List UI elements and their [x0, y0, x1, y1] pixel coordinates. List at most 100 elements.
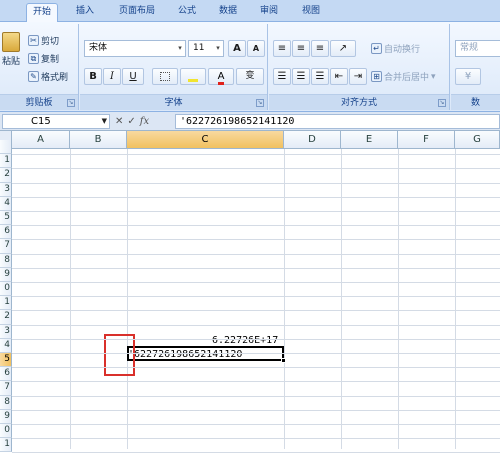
column-header-c[interactable]: C	[127, 131, 284, 149]
gridline	[12, 196, 500, 198]
orientation-button[interactable]: ↗	[330, 40, 356, 57]
cancel-icon[interactable]: ✕	[115, 116, 123, 127]
font-size-combo[interactable]: 11 ▾	[188, 40, 224, 57]
number-format-combo[interactable]: 常规	[455, 40, 500, 57]
italic-button[interactable]: I	[103, 68, 121, 85]
decrease-indent-button[interactable]: ⇤	[330, 68, 348, 85]
gridline	[398, 149, 399, 449]
tab-insert[interactable]: 插入	[70, 3, 100, 22]
paste-button[interactable]: 粘贴	[0, 32, 22, 67]
copy-button[interactable]: ⧉ 复制	[28, 52, 59, 65]
row-header[interactable]	[0, 140, 12, 155]
row-header[interactable]: 4	[0, 196, 12, 211]
chevron-down-icon: ▾	[216, 44, 220, 52]
name-box-value: C15	[31, 116, 51, 127]
number-group-label: 数	[451, 94, 500, 110]
align-bottom-button[interactable]: ≡	[311, 40, 329, 57]
gridline	[12, 168, 500, 170]
font-color-letter: A	[217, 71, 225, 85]
gridline	[12, 239, 500, 241]
number-group: 常规 ¥ 数	[451, 24, 500, 110]
merge-center-button[interactable]: ⊞ 合并后居中 ▾	[371, 70, 436, 83]
increase-indent-button[interactable]: ⇥	[349, 68, 367, 85]
border-icon	[160, 72, 170, 81]
spreadsheet-grid[interactable]: A B C D E F G 123456789012345678901 6.22…	[0, 131, 500, 453]
merge-icon: ⊞	[371, 71, 382, 82]
row-header[interactable]: 1	[0, 296, 12, 311]
format-painter-button[interactable]: ✎ 格式刷	[28, 70, 68, 83]
formula-input[interactable]: '622726198652141120	[175, 114, 500, 129]
align-top-button[interactable]: ≡	[273, 40, 291, 57]
font-launcher-icon[interactable]: ↘	[256, 99, 264, 107]
tab-home[interactable]: 开始	[26, 3, 58, 23]
tab-view[interactable]: 视图	[296, 3, 326, 22]
row-header[interactable]: 5	[0, 353, 12, 368]
font-color-button[interactable]: A	[208, 68, 234, 85]
gridline	[12, 310, 500, 312]
column-header-d[interactable]: D	[284, 131, 341, 149]
insert-function-icon[interactable]: fx	[140, 116, 149, 127]
row-header[interactable]: 7	[0, 239, 12, 254]
align-right-button[interactable]: ☰	[311, 68, 329, 85]
row-header[interactable]: 2	[0, 310, 12, 325]
alignment-group: ≡ ≡ ≡ ↗ ↵ 自动换行 ☰ ☰ ☰ ⇤ ⇥ ⊞ 合并后居中 ▾ 对齐方式 …	[269, 24, 450, 110]
row-header[interactable]: 1	[0, 154, 12, 169]
gridline	[12, 211, 500, 212]
row-header[interactable]: 2	[0, 168, 12, 183]
tab-formulas[interactable]: 公式	[172, 3, 202, 22]
shrink-font-button[interactable]: A	[247, 40, 265, 57]
underline-button[interactable]: U	[122, 68, 144, 85]
currency-button[interactable]: ¥	[455, 68, 481, 85]
row-header[interactable]: 0	[0, 282, 12, 297]
align-left-button[interactable]: ☰	[273, 68, 291, 85]
row-header[interactable]: 0	[0, 424, 12, 439]
row-header[interactable]: 8	[0, 253, 12, 268]
fill-color-button[interactable]	[180, 68, 206, 85]
row-header[interactable]: 9	[0, 409, 12, 424]
phonetic-label: 变	[245, 71, 255, 81]
row-header[interactable]: 6	[0, 225, 12, 240]
row-header[interactable]: 7	[0, 381, 12, 396]
row-header[interactable]: 9	[0, 267, 12, 282]
cell-c15[interactable]: '622726198652141120	[128, 348, 242, 361]
column-header-e[interactable]: E	[341, 131, 398, 149]
row-header[interactable]: 3	[0, 324, 12, 339]
column-header-b[interactable]: B	[70, 131, 127, 149]
chevron-down-icon: ▼	[101, 117, 107, 125]
font-name-value: 宋体	[89, 43, 108, 53]
column-header-a[interactable]: A	[12, 131, 70, 149]
tab-page-layout[interactable]: 页面布局	[112, 3, 162, 22]
row-header[interactable]: 3	[0, 182, 12, 197]
font-name-combo[interactable]: 宋体 ▾	[84, 40, 186, 57]
gridline	[12, 225, 500, 227]
bold-button[interactable]: B	[84, 68, 102, 85]
gridline	[127, 149, 128, 449]
wrap-text-button[interactable]: ↵ 自动换行	[371, 42, 420, 55]
clipboard-launcher-icon[interactable]: ↘	[67, 99, 75, 107]
row-header[interactable]: 6	[0, 367, 12, 382]
align-center-button[interactable]: ☰	[292, 68, 310, 85]
align-middle-button[interactable]: ≡	[292, 40, 310, 57]
cut-label: 剪切	[41, 37, 60, 47]
row-header[interactable]: 4	[0, 338, 12, 353]
tab-review[interactable]: 审阅	[254, 3, 284, 22]
name-box[interactable]: C15 ▼	[2, 114, 110, 129]
row-header[interactable]: 8	[0, 395, 12, 410]
enter-icon[interactable]: ✓	[127, 116, 135, 127]
gridline	[12, 253, 500, 255]
format-painter-label: 格式刷	[41, 73, 69, 83]
column-header-f[interactable]: F	[398, 131, 455, 149]
cut-button[interactable]: ✂ 剪切	[28, 34, 59, 47]
tab-data[interactable]: 数据	[213, 3, 243, 22]
phonetic-button[interactable]: 变	[236, 68, 264, 85]
grow-font-button[interactable]: A	[228, 40, 246, 57]
alignment-launcher-icon[interactable]: ↘	[438, 99, 446, 107]
fill-handle[interactable]	[281, 358, 286, 363]
font-group-label: 字体	[80, 94, 267, 110]
row-header[interactable]: 1	[0, 438, 12, 453]
gridline	[70, 149, 71, 449]
row-header[interactable]: 5	[0, 211, 12, 226]
gridline	[12, 324, 500, 326]
border-button[interactable]	[152, 68, 178, 85]
column-header-g[interactable]: G	[455, 131, 500, 149]
